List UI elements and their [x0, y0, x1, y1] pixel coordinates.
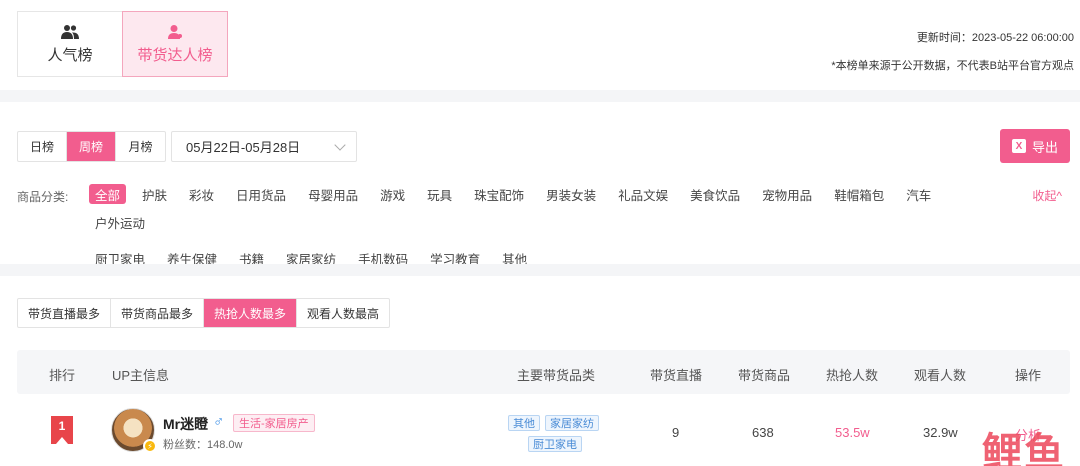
tab-daily[interactable]: 日榜 [18, 132, 67, 161]
date-range-value: 05月22日-05月28日 [186, 140, 301, 155]
rank-badge: 1 [51, 416, 73, 444]
sort-tabs: 带货直播最多 带货商品最多 热抢人数最多 观看人数最高 [17, 298, 391, 328]
category-chip[interactable]: 护肤 [136, 184, 173, 204]
views-count: 32.9w [923, 425, 958, 440]
fans-count: 粉丝数：148.0w [163, 439, 243, 451]
male-icon: ♂ [213, 413, 225, 430]
up-tag: 生活-家居房产 [233, 414, 315, 432]
category-filter-list: 全部 护肤 彩妆 日用货品 母婴用品 游戏 玩具 珠宝配饰 男装女装 礼品文娱 美食饮品 宠物用品 鞋帽… [89, 184, 969, 268]
tab-sales-ranking[interactable]: 带货达人榜 [122, 11, 228, 77]
hot-count: 53.5w [835, 425, 870, 440]
table-header: 排行 UP主信息 主要带货品类 带货直播 带货商品 热抢人数 观看人数 操作 [17, 350, 1070, 394]
category-chip[interactable]: 男装女装 [540, 184, 602, 204]
col-hot: 热抢人数 [826, 368, 879, 383]
export-button[interactable]: X 导出 [1000, 129, 1070, 163]
category-tag: 家居家纺 [545, 415, 599, 431]
period-tabs: 日榜 周榜 月榜 [17, 131, 166, 162]
date-range-select[interactable]: 05月22日-05月28日 [171, 131, 357, 162]
category-chip[interactable]: 鞋帽箱包 [828, 184, 890, 204]
chevron-down-icon [334, 139, 346, 151]
col-rank: 排行 [49, 368, 76, 383]
ranking-type-header: 人气榜 带货达人榜 更新时间：2023-05-22 06:00:00 *本榜单来… [0, 0, 1080, 90]
col-lives: 带货直播 [650, 368, 703, 383]
section-divider [0, 90, 1080, 102]
category-chip[interactable]: 玩具 [421, 184, 458, 204]
rank-number: 1 [58, 419, 66, 433]
category-chip[interactable]: 户外运动 [89, 212, 151, 232]
tab-popularity[interactable]: 人气榜 [17, 11, 123, 77]
category-tag: 其他 [508, 415, 540, 431]
table-row: 1 ⚡ Mr迷瞪 ♂ 生活-家居房产 粉丝数：148.0w 其他 家居家纺 厨卫… [17, 400, 1070, 466]
category-chip[interactable]: 美食饮品 [684, 184, 746, 204]
filter-panel: 日榜 周榜 月榜 05月22日-05月28日 X 导出 商品分类: 全部 护肤 彩妆… [0, 102, 1080, 267]
ranking-meta: 更新时间：2023-05-22 06:00:00 *本榜单来源于公开数据，不代表… [831, 24, 1074, 80]
export-label: 导出 [1031, 139, 1058, 155]
collapse-button[interactable]: 收起^ [1032, 187, 1062, 204]
category-chip[interactable]: 游戏 [374, 184, 411, 204]
section-divider [0, 264, 1080, 276]
category-chip[interactable]: 汽车 [900, 184, 937, 204]
category-chip[interactable]: 珠宝配饰 [468, 184, 530, 204]
category-chip[interactable]: 彩妆 [183, 184, 220, 204]
excel-icon: X [1011, 139, 1026, 153]
col-goods: 带货商品 [738, 368, 791, 383]
col-main-categories: 主要带货品类 [517, 368, 596, 383]
update-time: 更新时间：2023-05-22 06:00:00 [916, 32, 1074, 44]
disclaimer: *本榜单来源于公开数据，不代表B站平台官方观点 [831, 60, 1074, 72]
tab-sales-ranking-label: 带货达人榜 [137, 46, 213, 64]
category-chip[interactable]: 日用货品 [230, 184, 292, 204]
goods-count: 638 [752, 425, 774, 440]
category-tag: 厨卫家电 [528, 436, 582, 452]
tab-popularity-label: 人气榜 [47, 46, 93, 64]
category-chip[interactable]: 宠物用品 [756, 184, 818, 204]
col-up-info: UP主信息 [112, 368, 170, 383]
col-action: 操作 [1015, 368, 1042, 383]
category-chip[interactable]: 母婴用品 [302, 184, 364, 204]
verified-icon: ⚡ [143, 439, 157, 453]
user-icon [168, 24, 182, 39]
lives-count: 9 [672, 425, 680, 440]
up-name[interactable]: Mr迷瞪 [163, 414, 208, 434]
category-chip[interactable]: 全部 [89, 184, 127, 204]
col-views: 观看人数 [914, 368, 967, 383]
sort-most-views[interactable]: 观看人数最高 [297, 299, 389, 327]
tab-monthly[interactable]: 月榜 [116, 132, 165, 161]
tab-weekly[interactable]: 周榜 [67, 132, 116, 161]
category-chip[interactable]: 礼品文娱 [612, 184, 674, 204]
users-icon [61, 24, 79, 39]
watermark-logo: 鲤鱼 [982, 430, 1066, 466]
sort-most-lives[interactable]: 带货直播最多 [18, 299, 112, 327]
sort-most-goods[interactable]: 带货商品最多 [111, 299, 205, 327]
category-label: 商品分类: [17, 190, 69, 204]
sort-most-hot[interactable]: 热抢人数最多 [204, 299, 298, 327]
